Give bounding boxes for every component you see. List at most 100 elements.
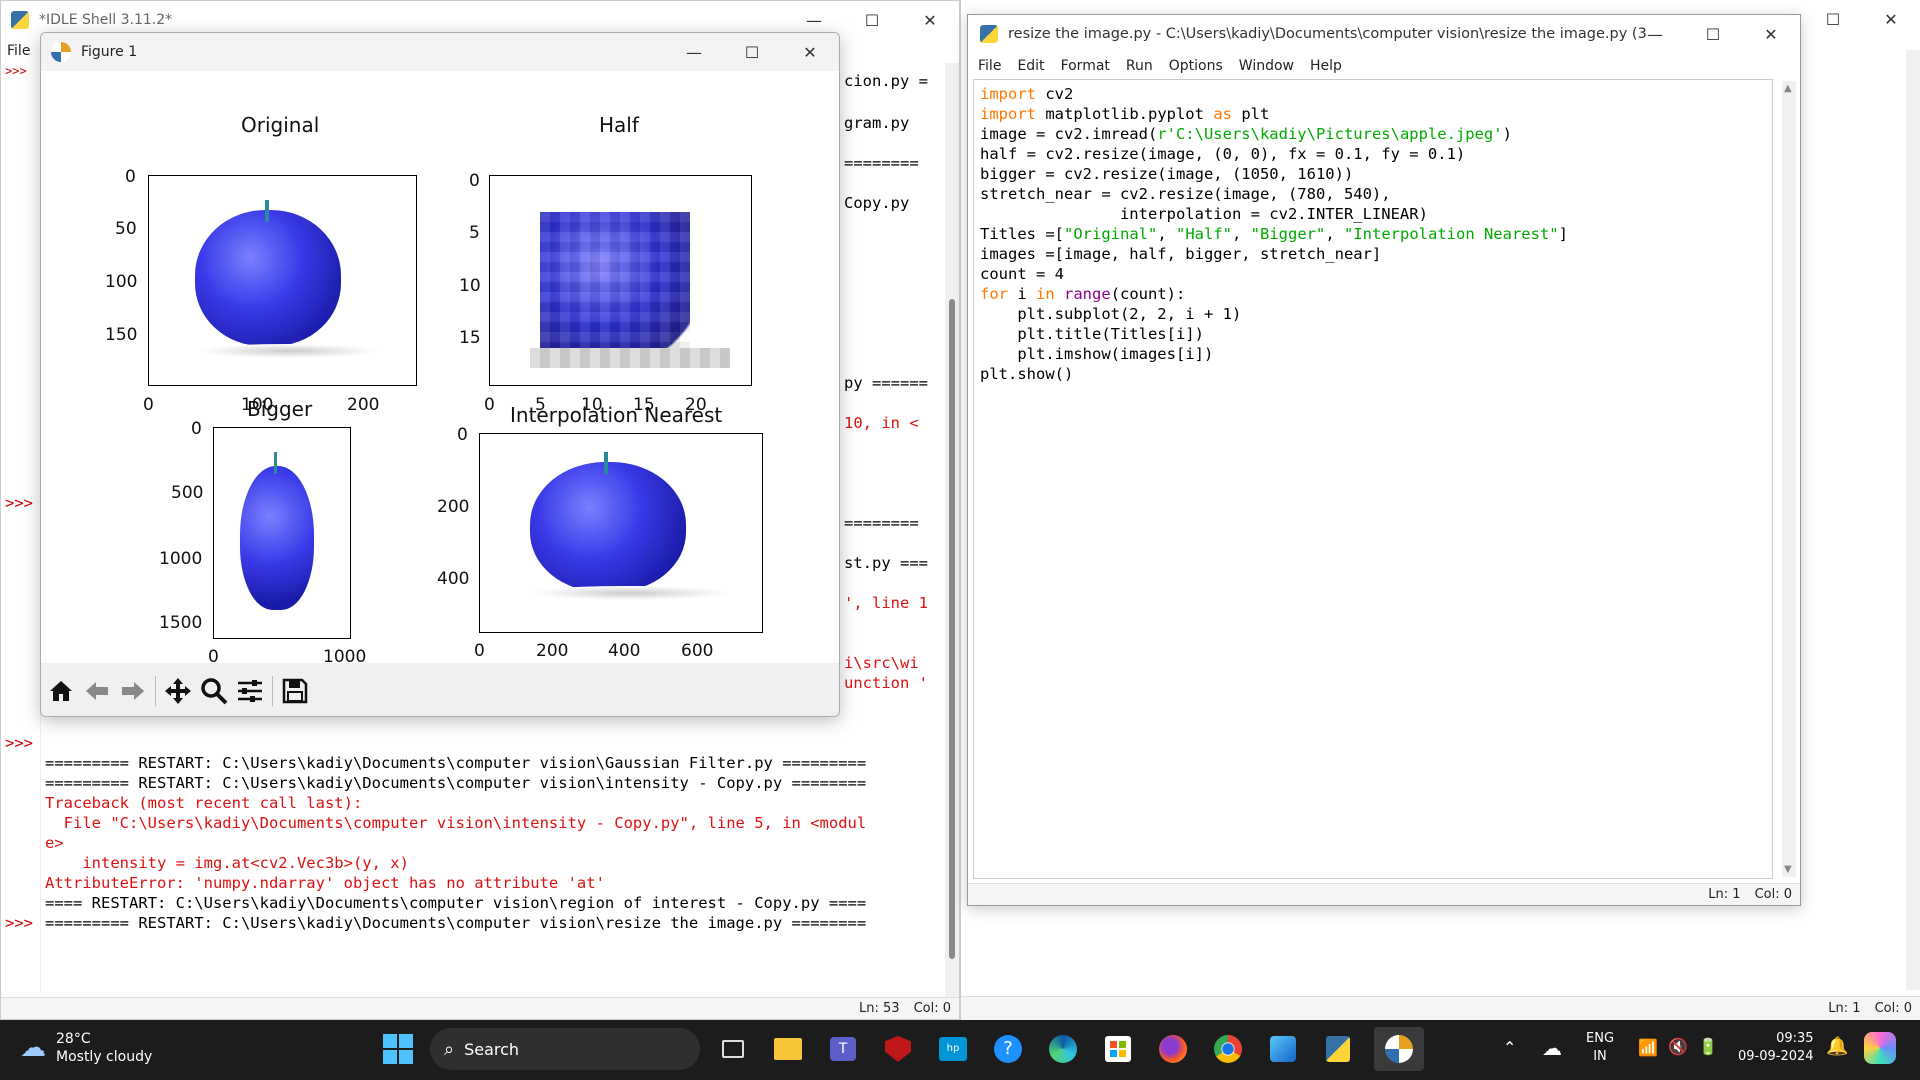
editor-scrollbar[interactable]: ▲ ▼ [1782,81,1796,877]
prompt-marker: >>> [5,64,27,78]
shell-scrollbar[interactable] [945,63,959,998]
photos-icon[interactable] [1264,1030,1302,1068]
notification-bell-icon[interactable]: 🔔 [1826,1036,1848,1057]
menu-help[interactable]: Help [1310,58,1342,74]
minimize-icon[interactable]: — [1626,15,1684,53]
help-icon[interactable]: ? [989,1030,1027,1068]
editor-status-col: Col: 0 [1754,887,1792,902]
idle-icon[interactable] [1319,1030,1357,1068]
home-icon[interactable] [45,669,77,713]
file-explorer-icon[interactable] [769,1030,807,1068]
wifi-icon[interactable]: 📶 [1638,1038,1658,1057]
menu-window[interactable]: Window [1239,58,1294,74]
shell-scroll-thumb[interactable] [949,299,955,959]
battery-icon[interactable]: 🔋 [1698,1037,1718,1056]
code-token: Titles =[ [980,225,1064,243]
figure-canvas[interactable]: Original 0 50 100 150 0 100 200 Half 0 5… [41,71,839,667]
code-area[interactable]: import cv2 import matplotlib.pyplot as pl… [973,79,1773,879]
ytick: 1000 [159,549,203,569]
code-token: in [1036,285,1055,303]
maximize-icon[interactable]: ☐ [1684,15,1742,53]
subplot-title: Bigger [247,397,313,421]
store-icon[interactable] [1099,1030,1137,1068]
language-indicator[interactable]: ENG IN [1586,1030,1614,1066]
clock[interactable]: 09:35 09-09-2024 [1738,1030,1814,1066]
close-icon[interactable]: ✕ [1862,0,1920,38]
shell-fragment: 10, in < [844,414,919,432]
search-box[interactable]: ⌕ Search [430,1028,700,1070]
start-button[interactable] [383,1034,413,1064]
maximize-icon[interactable]: ☐ [1804,0,1862,38]
editor-window-controls: — ☐ ✕ [1626,15,1800,53]
menu-options[interactable]: Options [1169,58,1223,74]
code-token: "Interpolation Nearest" [1344,225,1559,243]
prompt-marker: >>> [5,734,33,752]
code-token: , [1157,225,1176,243]
configure-subplots-icon[interactable] [234,669,266,713]
editor-titlebar: resize the image.py - C:\Users\kadiy\Doc… [968,15,1800,53]
mcafee-icon[interactable] [879,1030,917,1068]
ytick: 200 [437,497,470,517]
firefox-icon[interactable] [1154,1030,1192,1068]
save-icon[interactable] [279,669,311,713]
shell-line: ========= RESTART: C:\Users\kadiy\Docume… [45,754,867,772]
code-token: cv2 [1036,85,1074,103]
xtick: 0 [474,641,485,661]
background-scrollbar[interactable] [1906,50,1920,990]
ytick: 50 [115,219,137,239]
back-icon[interactable] [81,669,113,713]
chrome-icon[interactable] [1209,1030,1247,1068]
matplotlib-icon[interactable] [1374,1027,1424,1071]
scroll-up-icon[interactable]: ▲ [1784,83,1792,94]
code-token: ) [1502,125,1512,143]
shell-line: ========= RESTART: C:\Users\kadiy\Docume… [45,914,867,932]
menu-edit[interactable]: Edit [1017,58,1044,74]
zoom-icon[interactable] [198,669,230,713]
prompt-gutter: >>> >>> >>> >>> [1,63,41,993]
myhp-icon[interactable]: hp [934,1030,972,1068]
clock-time: 09:35 [1776,1031,1814,1046]
shell-output[interactable]: ========= RESTART: C:\Users\kadiy\Docume… [45,753,925,933]
apple-stem [265,200,269,222]
close-icon[interactable]: ✕ [781,33,839,71]
maximize-icon[interactable]: ☐ [723,33,781,71]
pixelated-shadow [530,348,730,368]
minimize-icon[interactable]: — [665,33,723,71]
idle-icon [980,25,998,43]
shell-status-col: Col: 0 [913,1001,951,1016]
shell-line: e> [45,834,64,852]
code-line: for i in range(count): [980,284,1766,304]
scroll-down-icon[interactable]: ▼ [1784,864,1792,875]
ytick: 1500 [159,613,203,633]
menu-file[interactable]: File [7,43,30,59]
volume-muted-icon[interactable]: 🔇 [1668,1037,1688,1056]
code-token: images =[image, half, bigger, stretch_ne… [980,245,1382,263]
onedrive-icon[interactable]: ☁ [1542,1036,1562,1060]
code-token: import [980,85,1036,103]
menu-file[interactable]: File [978,58,1001,74]
shell-fragment: ======== [844,514,919,532]
ytick: 0 [191,419,202,439]
code-token: , [1325,225,1344,243]
menu-run[interactable]: Run [1126,58,1153,74]
shell-fragment: unction ' [844,674,928,692]
menu-format[interactable]: Format [1061,58,1110,74]
forward-icon[interactable] [117,669,149,713]
code-token: as [1213,105,1232,123]
code-token: r'C:\Users\kadiy\Pictures\apple.jpeg' [1157,125,1503,143]
editor-title: resize the image.py - C:\Users\kadiy\Doc… [1008,26,1648,42]
apple-stem [274,452,277,474]
pan-icon[interactable] [162,669,194,713]
editor-window: resize the image.py - C:\Users\kadiy\Doc… [967,14,1801,906]
close-icon[interactable]: ✕ [901,1,959,39]
apple-image [195,210,341,346]
weather-widget[interactable]: ☁ 28°C Mostly cloudy [20,1030,152,1066]
tray-chevron-icon[interactable]: ⌃ [1503,1038,1516,1057]
close-icon[interactable]: ✕ [1742,15,1800,53]
task-view-icon[interactable] [714,1030,752,1068]
ytick: 400 [437,569,470,589]
copilot-icon[interactable] [1864,1032,1896,1064]
teams-icon[interactable]: T [824,1030,862,1068]
maximize-icon[interactable]: ☐ [843,1,901,39]
edge-icon[interactable] [1044,1030,1082,1068]
